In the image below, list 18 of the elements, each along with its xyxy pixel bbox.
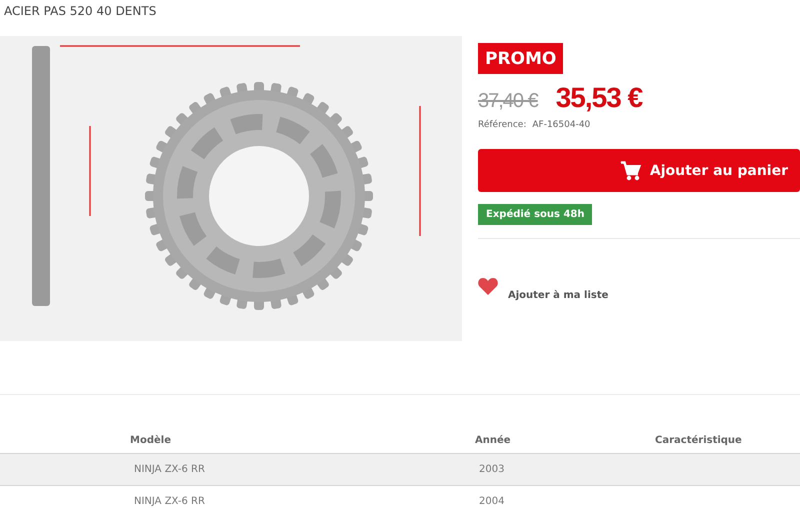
reference-value: AF-16504-40 (532, 120, 590, 130)
product-title: ACIER PAS 520 40 DENTS (3, 3, 158, 20)
heart-icon[interactable] (478, 277, 498, 295)
old-price: 37,40 € (478, 90, 538, 113)
table-cell-text: 2004 (478, 496, 506, 507)
shipping-badge: Expédié sous 48h (478, 204, 592, 225)
column-header: Caractéristique (655, 435, 743, 446)
table-cell-text: 2003 (478, 464, 506, 475)
table-cell-text: NINJA ZX-6 RR (133, 496, 206, 507)
add-to-cart-button[interactable]: Ajouter au panier (478, 149, 800, 192)
cart-icon (620, 160, 642, 180)
column-header: Modèle (130, 435, 172, 446)
wishlist-link[interactable]: Ajouter à ma liste (508, 274, 608, 317)
promo-badge: PROMO (478, 43, 564, 74)
reference-label: Référence: (478, 120, 526, 130)
price: 35,53 € (556, 82, 642, 114)
table-cell-text: NINJA ZX-6 RR (133, 464, 206, 475)
column-header: Année (475, 435, 512, 446)
